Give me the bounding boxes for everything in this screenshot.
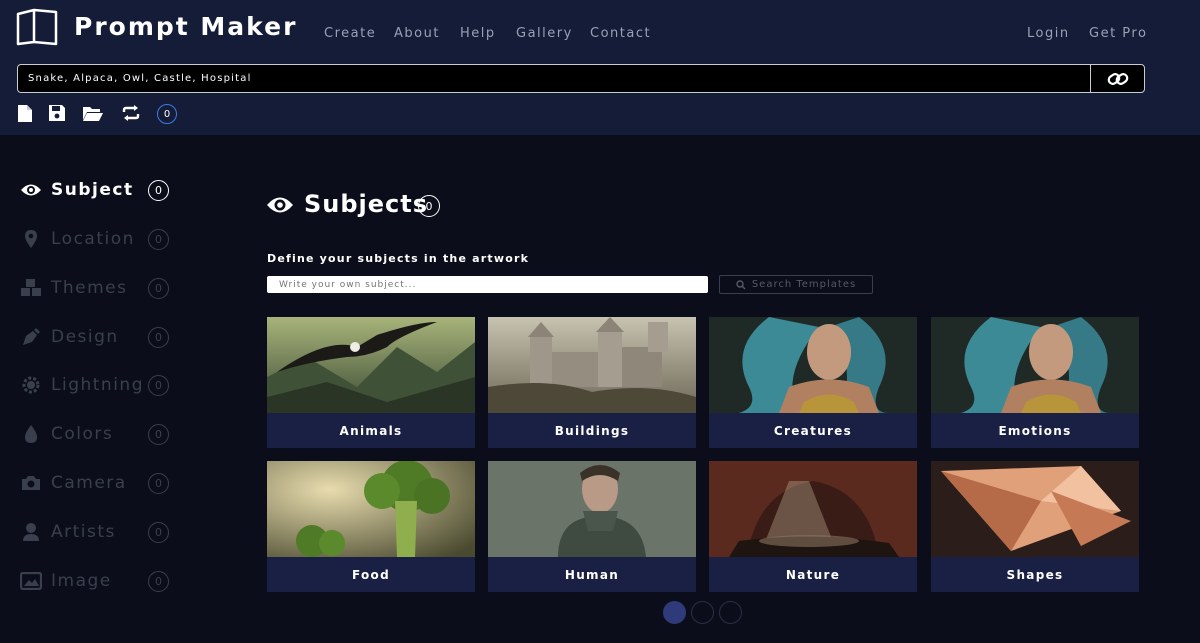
prompt-input[interactable] <box>28 65 1088 92</box>
top-header: Prompt Maker Create About Help Gallery C… <box>0 0 1200 135</box>
sidebar-item-count: 0 <box>148 423 169 445</box>
eye-icon <box>267 197 293 213</box>
card-label: Creatures <box>773 423 853 438</box>
card-image <box>267 461 475 557</box>
open-folder-button[interactable] <box>82 102 104 124</box>
nav-create[interactable]: Create <box>324 26 376 41</box>
sidebar-item-label: Design <box>51 327 119 347</box>
card-animals[interactable]: Animals <box>267 317 475 448</box>
search-templates-button[interactable]: Search Templates <box>719 275 873 294</box>
prompt-count-badge: 0 <box>157 104 177 124</box>
sidebar-item-count: 0 <box>148 277 169 299</box>
sidebar-item-label: Camera <box>51 473 127 493</box>
droplet-icon <box>20 423 42 445</box>
nav-help[interactable]: Help <box>460 26 496 41</box>
sidebar-item-label: Artists <box>51 522 116 542</box>
repeat-icon <box>122 105 140 121</box>
eye-icon <box>20 179 42 201</box>
sidebar-item-count: 0 <box>148 228 169 250</box>
card-creatures[interactable]: Creatures <box>709 317 917 448</box>
card-nature[interactable]: Nature <box>709 461 917 592</box>
copy-link-button[interactable] <box>1090 65 1144 92</box>
card-label: Nature <box>785 567 841 582</box>
user-icon <box>20 521 42 543</box>
nav-login[interactable]: Login <box>1027 26 1070 41</box>
card-image <box>931 461 1139 557</box>
shuffle-button[interactable] <box>120 102 142 124</box>
card-image <box>931 317 1139 413</box>
card-image <box>488 317 696 413</box>
pagination-dot-2[interactable] <box>691 601 714 624</box>
book-open-logo-icon <box>16 8 58 46</box>
card-food[interactable]: Food <box>267 461 475 592</box>
card-label: Emotions <box>998 423 1072 438</box>
sidebar-item-location[interactable]: Location 0 <box>20 224 180 254</box>
card-emotions[interactable]: Emotions <box>931 317 1139 448</box>
cubes-icon <box>20 277 42 299</box>
sidebar-item-label: Image <box>51 571 112 591</box>
section-title: Subjects <box>304 190 429 218</box>
nav-gallery[interactable]: Gallery <box>516 26 573 41</box>
pagination-dot-1[interactable] <box>663 601 686 624</box>
card-label: Food <box>352 567 390 582</box>
sidebar-item-label: Colors <box>51 424 114 444</box>
nav-get-pro[interactable]: Get Pro <box>1089 26 1147 41</box>
search-templates-label: Search Templates <box>751 279 857 290</box>
images-icon <box>20 570 42 592</box>
card-human[interactable]: Human <box>488 461 696 592</box>
sidebar-item-colors[interactable]: Colors 0 <box>20 419 180 449</box>
sidebar-item-lightning[interactable]: Lightning 0 <box>20 370 180 400</box>
pagination-dot-3[interactable] <box>719 601 742 624</box>
sidebar-item-count: 0 <box>148 521 169 543</box>
pen-nib-icon <box>20 326 42 348</box>
floppy-disk-icon <box>49 105 65 121</box>
sidebar-item-camera[interactable]: Camera 0 <box>20 468 180 498</box>
sidebar-item-count: 0 <box>148 326 169 348</box>
new-file-button[interactable] <box>14 102 36 124</box>
card-label: Buildings <box>554 423 630 438</box>
sidebar-item-label: Subject <box>51 180 134 200</box>
card-image <box>488 461 696 557</box>
card-label: Human <box>564 567 620 582</box>
app-title[interactable]: Prompt Maker <box>74 12 297 41</box>
card-label: Animals <box>339 423 403 438</box>
sidebar-item-label: Themes <box>51 278 128 298</box>
sun-icon <box>20 374 42 396</box>
nav-about[interactable]: About <box>394 26 440 41</box>
link-icon <box>1107 72 1128 85</box>
sidebar-item-subject[interactable]: Subject 0 <box>20 175 180 205</box>
nav-contact[interactable]: Contact <box>590 26 651 41</box>
card-label: Shapes <box>1006 567 1064 582</box>
sidebar-item-count: 0 <box>148 179 169 201</box>
sidebar-item-design[interactable]: Design 0 <box>20 322 180 352</box>
section-subtitle: Define your subjects in the artwork <box>267 252 530 265</box>
prompt-bar <box>17 64 1145 93</box>
file-icon <box>18 104 32 122</box>
card-shapes[interactable]: Shapes <box>931 461 1139 592</box>
card-image <box>267 317 475 413</box>
sidebar-item-label: Lightning <box>51 375 144 395</box>
card-image <box>709 461 917 557</box>
map-pin-icon <box>20 228 42 250</box>
folder-open-icon <box>83 107 103 121</box>
save-button[interactable] <box>46 102 68 124</box>
card-image <box>709 317 917 413</box>
sidebar-item-artists[interactable]: Artists 0 <box>20 517 180 547</box>
sidebar-item-count: 0 <box>148 374 169 396</box>
search-icon <box>736 279 746 289</box>
section-count-badge: 0 <box>418 195 440 217</box>
card-buildings[interactable]: Buildings <box>488 317 696 448</box>
sidebar-item-image[interactable]: Image 0 <box>20 566 180 596</box>
subject-input[interactable] <box>267 276 708 293</box>
sidebar-item-label: Location <box>51 229 135 249</box>
camera-icon <box>20 472 42 494</box>
sidebar-item-count: 0 <box>148 570 169 592</box>
sidebar-item-count: 0 <box>148 472 169 494</box>
sidebar-item-themes[interactable]: Themes 0 <box>20 273 180 303</box>
